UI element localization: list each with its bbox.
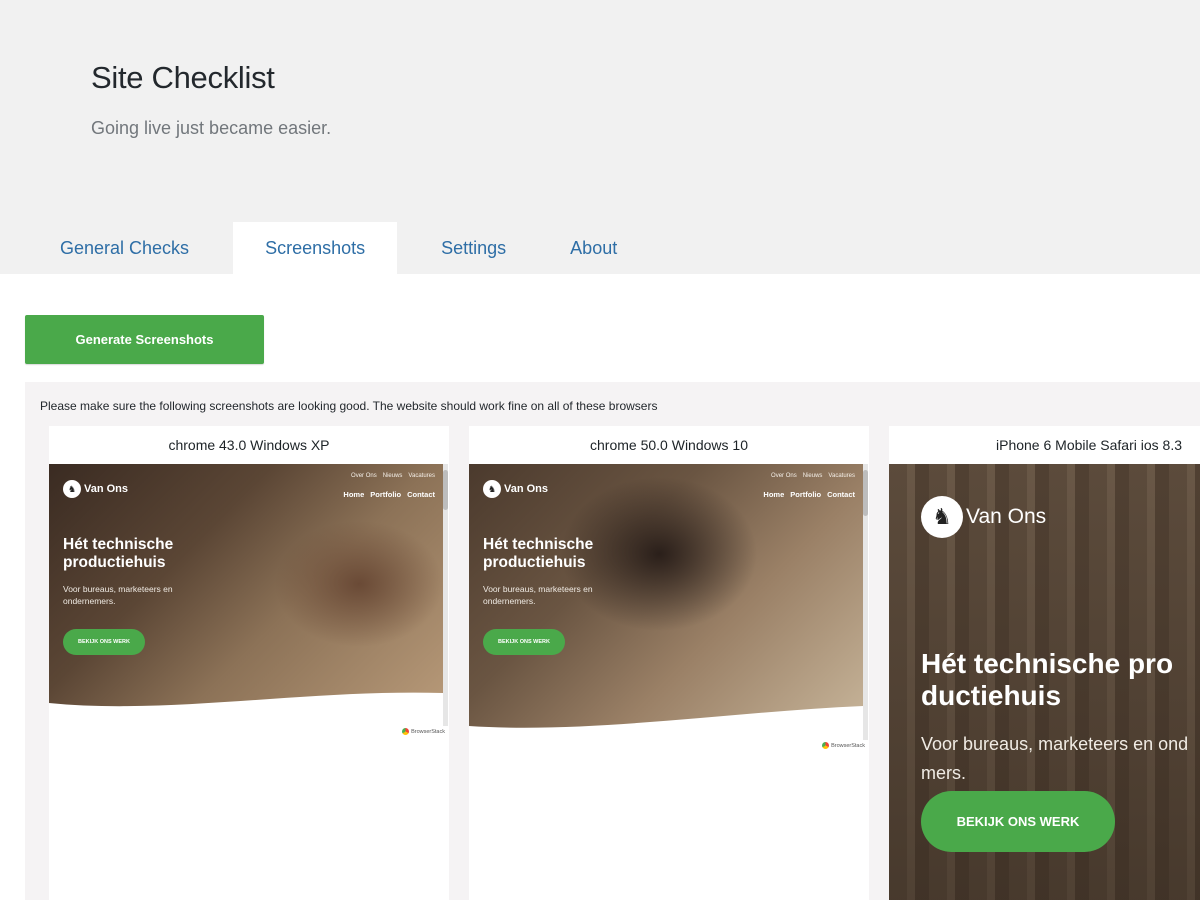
tab-bar: General Checks Screenshots Settings Abou… [28, 222, 649, 274]
site-hero-heading: Hét technische productiehuis [63, 536, 174, 571]
screenshot-browser-label: chrome 43.0 Windows XP [168, 437, 330, 453]
site-nav-primary: Home Portfolio Contact [343, 490, 435, 499]
generate-screenshots-button[interactable]: Generate Screenshots [25, 315, 264, 364]
site-cta-button: BEKIJK ONS WERK [921, 791, 1115, 852]
site-hero-text: Voor bureaus, marketeers en ondernemers. [63, 584, 173, 606]
page-header: Site Checklist Going live just became ea… [0, 0, 1200, 274]
scrollbar [863, 464, 868, 740]
screenshot-browser-label: iPhone 6 Mobile Safari ios 8.3 [996, 437, 1182, 453]
screenshot-card-chrome-50: chrome 50.0 Windows 10 ♞ Van Ons Over On… [469, 426, 869, 900]
site-logo: ♞ Van Ons [483, 480, 548, 498]
site-hero-text: Voor bureaus, marketeers en ond mers. [921, 734, 1189, 783]
screenshot-browser-label: chrome 50.0 Windows 10 [590, 437, 748, 453]
scrollbar [443, 464, 448, 726]
tab-screenshots[interactable]: Screenshots [233, 222, 398, 274]
browserstack-watermark: BrowserStack [402, 728, 445, 735]
tab-general-checks[interactable]: General Checks [28, 222, 221, 274]
site-cta-button: BEKIJK ONS WERK [63, 629, 145, 655]
screenshot-card-chrome-43: chrome 43.0 Windows XP ♞ Van Ons Over On… [49, 426, 449, 900]
screenshots-notice: Please make sure the following screensho… [40, 399, 658, 413]
site-logo: ♞ Van Ons [63, 480, 128, 498]
browserstack-watermark: BrowserStack [822, 742, 865, 749]
tab-settings[interactable]: Settings [409, 222, 538, 274]
screenshots-panel: Please make sure the following screensho… [25, 382, 1200, 900]
cow-icon: ♞ [483, 480, 501, 498]
cow-icon: ♞ [921, 496, 963, 538]
site-hero-text: Voor bureaus, marketeers en ondernemers. [483, 584, 593, 606]
cow-icon: ♞ [63, 480, 81, 498]
wave-divider [49, 692, 443, 714]
site-nav-primary: Home Portfolio Contact [763, 490, 855, 499]
site-cta-button: BEKIJK ONS WERK [483, 629, 565, 655]
site-nav-secondary: Over Ons Nieuws Vacatures [771, 473, 855, 479]
page-title: Site Checklist [91, 60, 275, 95]
site-hero-heading: Hét technische pro ductiehuis [921, 648, 1174, 712]
site-nav-secondary: Over Ons Nieuws Vacatures [351, 473, 435, 479]
screenshot-card-iphone-6: iPhone 6 Mobile Safari ios 8.3 ♞ Van Ons… [889, 426, 1200, 900]
site-hero-heading: Hét technische productiehuis [483, 536, 594, 571]
wave-divider [469, 706, 863, 740]
screenshot-image: ♞ Van Ons Over Ons Nieuws Vacatures Home Po… [49, 464, 443, 714]
screenshot-image: ♞ Van Ons Hét technische pro ductiehuis … [889, 464, 1200, 900]
browserstack-icon [402, 728, 410, 735]
site-logo: ♞ Van Ons [921, 496, 1046, 538]
browserstack-icon [822, 742, 830, 749]
page-subtitle: Going live just became easier. [91, 118, 332, 138]
screenshot-image: ♞ Van Ons Over Ons Nieuws Vacatures Home Po… [469, 464, 863, 740]
tab-about[interactable]: About [538, 222, 649, 274]
